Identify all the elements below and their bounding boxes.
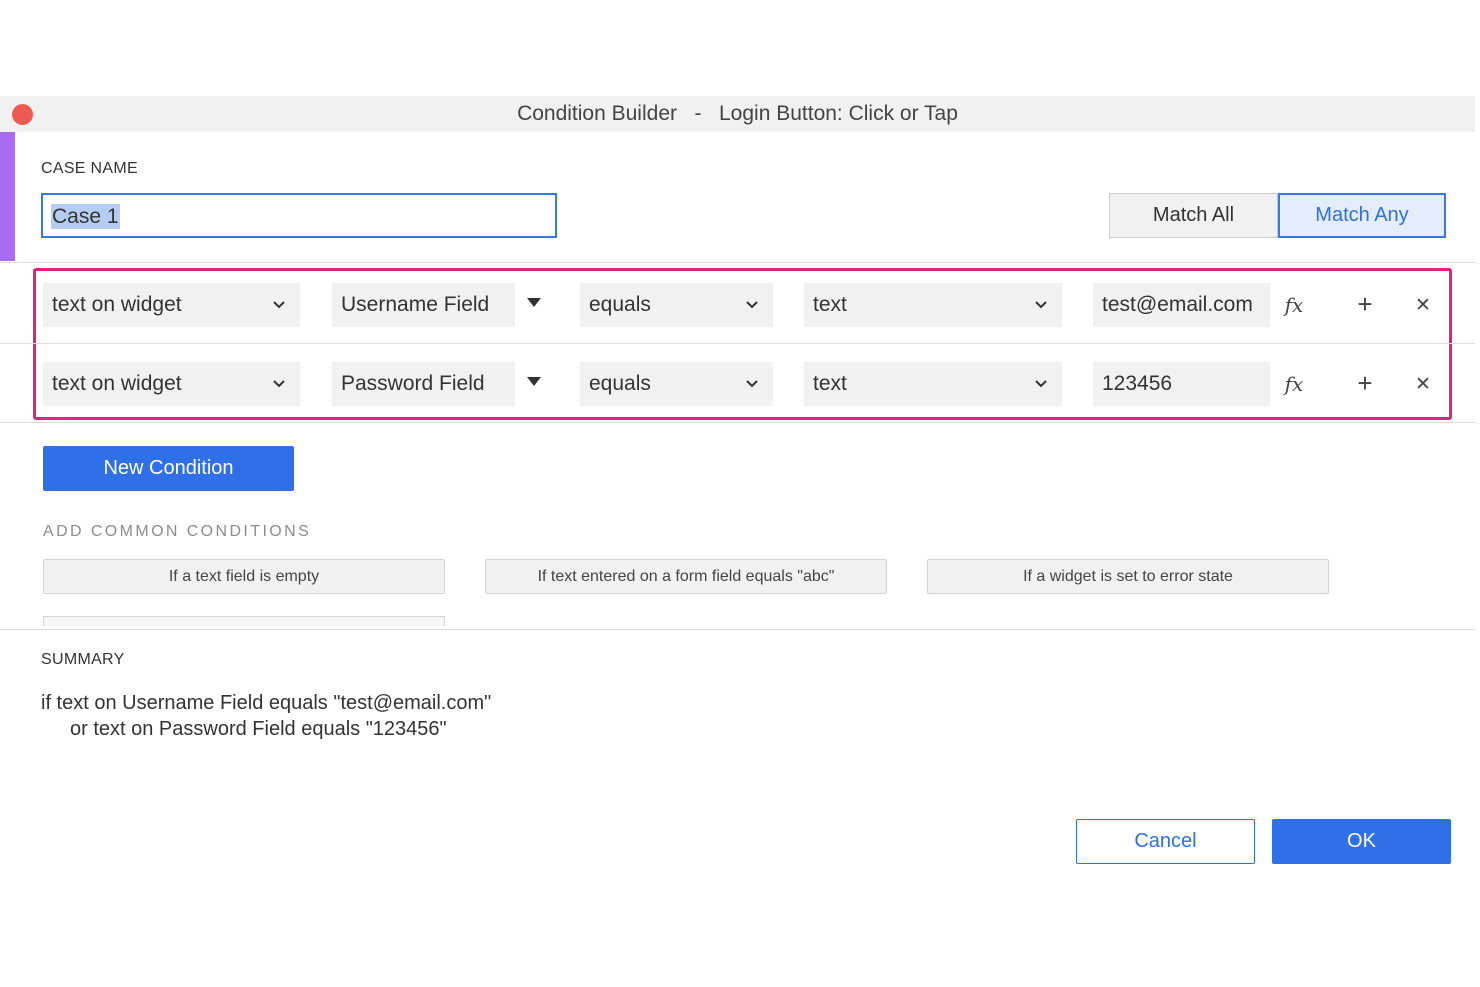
common-condition-text-equals-button[interactable]: If text entered on a form field equals "… (485, 559, 887, 594)
condition-2-value-input[interactable]: 123456 (1093, 362, 1270, 406)
window-title: Condition Builder - Login Button: Click … (517, 102, 958, 125)
cancel-button[interactable]: Cancel (1076, 819, 1255, 864)
condition-1-value: test@email.com (1102, 293, 1253, 316)
fx-icon[interactable]: 𝑓x (1279, 290, 1309, 320)
new-condition-button[interactable]: New Condition (43, 446, 294, 491)
common-conditions-label: ADD COMMON CONDITIONS (43, 523, 312, 540)
caret-down-icon[interactable] (527, 298, 541, 307)
divider (0, 629, 1475, 630)
title-bar: Condition Builder - Login Button: Click … (0, 96, 1475, 132)
caret-down-icon[interactable] (527, 377, 541, 386)
close-icon[interactable]: ✕ (1408, 290, 1438, 320)
condition-2-value: 123456 (1102, 372, 1173, 395)
chevron-down-icon (1035, 380, 1047, 388)
condition-1-value-type-select[interactable]: text (804, 283, 1062, 327)
common-condition-error-state-button[interactable]: If a widget is set to error state (927, 559, 1329, 594)
match-any-button[interactable]: Match Any (1278, 193, 1446, 238)
case-name-value: Case 1 (51, 204, 120, 229)
row-divider (0, 343, 1475, 344)
condition-2-target-select[interactable]: Password Field (332, 362, 515, 406)
summary-line-1: if text on Username Field equals "test@e… (41, 692, 492, 714)
chevron-down-icon (1035, 301, 1047, 309)
summary-label: SUMMARY (41, 651, 125, 668)
common-condition-text-empty-button[interactable]: If a text field is empty (43, 559, 445, 594)
condition-1-operator-select[interactable]: equals (580, 283, 773, 327)
condition-2-source-value: text on widget (52, 372, 182, 395)
case-name-input[interactable]: Case 1 (41, 193, 557, 238)
close-icon[interactable]: ✕ (1408, 369, 1438, 399)
fx-icon[interactable]: 𝑓x (1279, 369, 1309, 399)
condition-2-operator-select[interactable]: equals (580, 362, 773, 406)
chevron-down-icon (273, 301, 285, 309)
condition-2-operator-value: equals (589, 372, 651, 395)
condition-1-target-value: Username Field (341, 293, 490, 316)
match-all-button[interactable]: Match All (1109, 193, 1278, 238)
chevron-down-icon (746, 380, 758, 388)
case-name-label: CASE NAME (41, 160, 138, 177)
plus-icon[interactable]: + (1350, 368, 1380, 398)
plus-icon[interactable]: + (1350, 289, 1380, 319)
condition-2-value-type-select[interactable]: text (804, 362, 1062, 406)
condition-1-operator-value: equals (589, 293, 651, 316)
divider (0, 422, 1475, 423)
condition-1-value-input[interactable]: test@email.com (1093, 283, 1270, 327)
condition-1-source-value: text on widget (52, 293, 182, 316)
condition-1-target-select[interactable]: Username Field (332, 283, 515, 327)
summary-line-2: or text on Password Field equals "123456… (70, 718, 447, 740)
condition-2-value-type-value: text (813, 372, 847, 395)
side-accent-bar (0, 132, 15, 261)
common-condition-partial-button[interactable] (43, 616, 445, 626)
ok-button[interactable]: OK (1272, 819, 1451, 864)
chevron-down-icon (273, 380, 285, 388)
divider (0, 262, 1475, 263)
condition-2-source-select[interactable]: text on widget (43, 362, 300, 406)
condition-1-source-select[interactable]: text on widget (43, 283, 300, 327)
chevron-down-icon (746, 301, 758, 309)
condition-1-value-type-value: text (813, 293, 847, 316)
condition-builder-window: Condition Builder - Login Button: Click … (0, 96, 1475, 888)
condition-2-target-value: Password Field (341, 372, 485, 395)
